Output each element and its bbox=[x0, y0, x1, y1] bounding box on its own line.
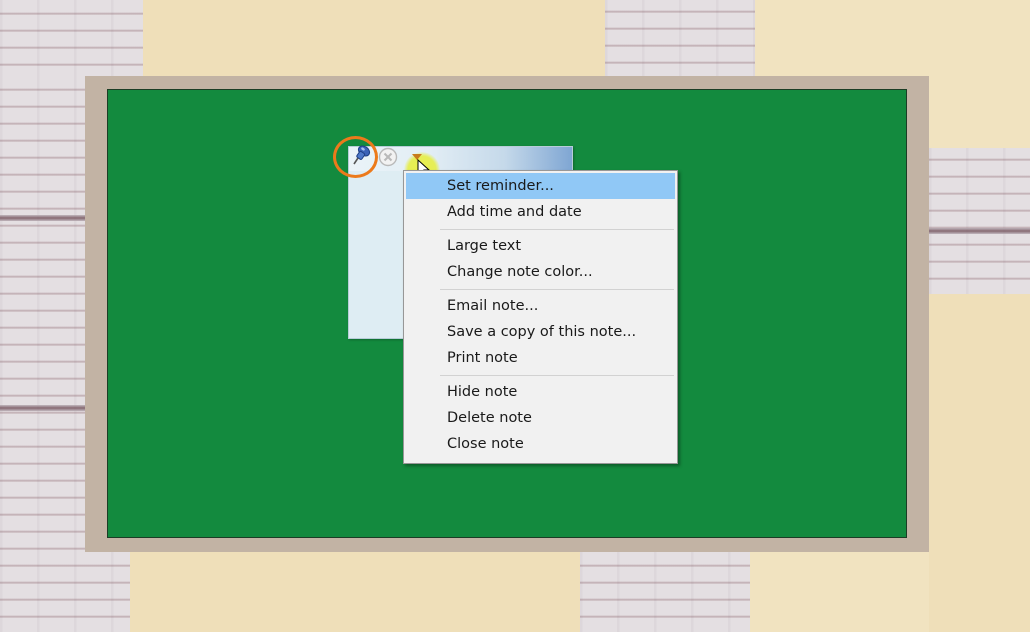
menu-item-close-note[interactable]: Close note bbox=[406, 431, 675, 457]
menu-item-set-reminder[interactable]: Set reminder... bbox=[406, 173, 675, 199]
background-paper-bottom bbox=[130, 552, 580, 632]
background-paper-right bbox=[929, 294, 1030, 632]
background-wood-bottom-middle bbox=[580, 552, 750, 632]
menu-item-change-note-color[interactable]: Change note color... bbox=[406, 259, 675, 285]
background-wood-top-middle bbox=[605, 0, 755, 78]
background-paper-top bbox=[143, 0, 605, 78]
menu-item-large-text[interactable]: Large text bbox=[406, 233, 675, 259]
context-menu: Set reminder... Add time and date Large … bbox=[403, 170, 678, 464]
menu-separator bbox=[440, 375, 674, 376]
menu-item-save-copy[interactable]: Save a copy of this note... bbox=[406, 319, 675, 345]
menu-item-print-note[interactable]: Print note bbox=[406, 345, 675, 371]
menu-item-hide-note[interactable]: Hide note bbox=[406, 379, 675, 405]
menu-item-add-time-and-date[interactable]: Add time and date bbox=[406, 199, 675, 225]
menu-separator bbox=[440, 229, 674, 230]
background-wood-left bbox=[0, 80, 85, 632]
menu-item-email-note[interactable]: Email note... bbox=[406, 293, 675, 319]
background-wood-right bbox=[929, 148, 1030, 294]
background-wood-top-left bbox=[0, 0, 143, 80]
pin-highlight-ring bbox=[333, 136, 378, 178]
menu-item-delete-note[interactable]: Delete note bbox=[406, 405, 675, 431]
menu-separator bbox=[440, 289, 674, 290]
close-icon[interactable] bbox=[378, 147, 398, 167]
background-paper-bottom-right bbox=[750, 552, 929, 632]
background-wood-bottom-left bbox=[0, 552, 130, 632]
